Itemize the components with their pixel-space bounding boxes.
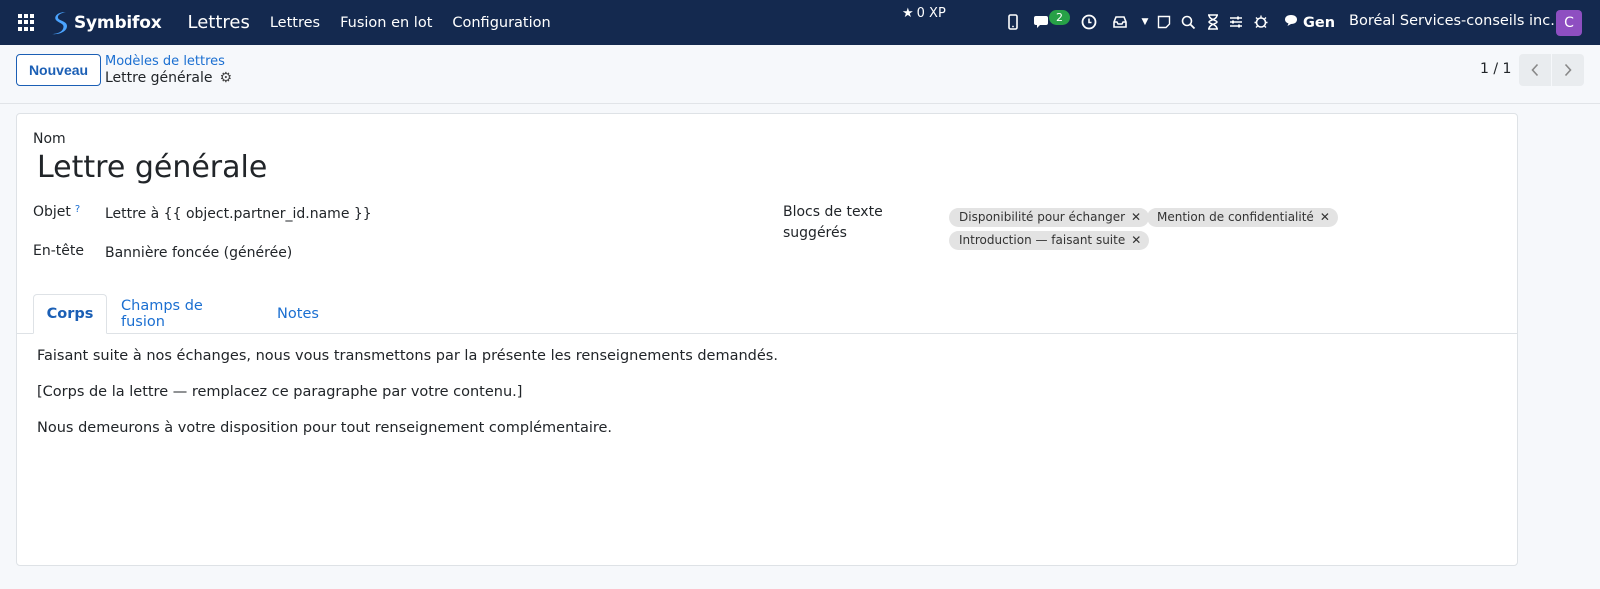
control-panel: Nouveau Modèles de lettres Lettre généra… [0, 45, 1600, 104]
gear-icon[interactable]: ⚙ [219, 70, 232, 86]
remove-tag-icon[interactable]: ✕ [1131, 210, 1141, 224]
brand-name: Symbifox [74, 12, 162, 33]
text-blocks-label-line1: Blocs de texte [783, 204, 883, 220]
body-paragraph[interactable]: Faisant suite à nos échanges, nous vous … [37, 348, 778, 364]
tag-confidentialite[interactable]: Mention de confidentialité ✕ [1147, 208, 1338, 227]
xp-value: 0 XP [916, 6, 946, 21]
tag-introduction[interactable]: Introduction — faisant suite ✕ [949, 231, 1150, 250]
tag-label: Mention de confidentialité [1157, 210, 1314, 224]
subject-label-text: Objet [33, 204, 71, 220]
inbox-tray-icon[interactable] [1111, 13, 1129, 31]
header-select[interactable]: Bannière foncée (générée) [105, 245, 292, 261]
chevron-right-icon [1564, 63, 1572, 77]
remove-tag-icon[interactable]: ✕ [1131, 233, 1141, 247]
brand-logo[interactable]: Symbifox [50, 10, 162, 36]
header-label: En-tête [33, 243, 84, 259]
apps-grid-icon[interactable] [18, 13, 36, 32]
app-title[interactable]: Lettres [187, 12, 249, 33]
tag-disponibilite[interactable]: Disponibilité pour échanger ✕ [949, 208, 1150, 227]
chat-count-badge: 2 [1049, 10, 1070, 25]
name-label: Nom [33, 131, 66, 147]
bug-icon[interactable] [1252, 13, 1270, 31]
new-button[interactable]: Nouveau [16, 54, 101, 86]
menu-item-fusion-en-lot[interactable]: Fusion en lot [340, 15, 432, 31]
caret-down-icon[interactable]: ▼ [1136, 13, 1154, 31]
menu-item-lettres[interactable]: Lettres [270, 15, 320, 31]
hourglass-icon[interactable] [1204, 13, 1222, 31]
brand-mark-icon [52, 11, 67, 34]
gen-label: Gen [1303, 14, 1336, 31]
remove-tag-icon[interactable]: ✕ [1320, 210, 1330, 224]
search-icon[interactable] [1179, 13, 1197, 31]
clock-icon[interactable] [1080, 13, 1098, 31]
tab-champs-de-fusion[interactable]: Champs de fusion [121, 294, 247, 334]
tag-label: Introduction — faisant suite [959, 233, 1126, 247]
gen-assistant-button[interactable]: Gen [1284, 14, 1335, 31]
pager-value[interactable]: 1 / 1 [1480, 61, 1511, 77]
tag-label: Disponibilité pour échanger [959, 210, 1126, 224]
xp-counter[interactable]: ★ 0 XP [902, 6, 946, 21]
chevron-left-icon [1531, 63, 1539, 77]
sticky-note-icon[interactable] [1155, 13, 1173, 31]
mobile-phone-icon[interactable] [1004, 13, 1022, 31]
user-avatar[interactable]: C [1556, 10, 1582, 36]
subject-input[interactable]: Lettre à {{ object.partner_id.name }} [105, 206, 372, 222]
main-menu: Lettres Fusion en lot Configuration [270, 15, 571, 31]
breadcrumb-parent-link[interactable]: Modèles de lettres [105, 54, 225, 69]
subject-help-tooltip[interactable]: ? [75, 204, 80, 215]
star-icon: ★ [902, 6, 914, 21]
speech-bubble-icon [1284, 14, 1298, 31]
text-blocks-label-line2: suggérés [783, 225, 847, 241]
body-paragraph[interactable]: Nous demeurons à votre disposition pour … [37, 420, 612, 436]
tab-corps[interactable]: Corps [33, 294, 107, 334]
pager-previous-button[interactable] [1519, 54, 1551, 86]
form-sheet: Nom Lettre générale Objet? Lettre à {{ o… [16, 113, 1518, 566]
pager-next-button[interactable] [1552, 54, 1584, 86]
breadcrumb-current: Lettre générale ⚙ [105, 70, 232, 86]
body-paragraph[interactable]: [Corps de la lettre — remplacez ce parag… [37, 384, 522, 400]
subject-label: Objet? [33, 204, 80, 220]
tab-notes[interactable]: Notes [273, 294, 323, 334]
breadcrumb-current-label: Lettre générale [105, 70, 213, 86]
name-input[interactable]: Lettre générale [37, 150, 267, 185]
company-switcher[interactable]: Boréal Services-conseils inc. [1349, 13, 1555, 29]
menu-item-configuration[interactable]: Configuration [452, 15, 550, 31]
sliders-icon[interactable] [1227, 13, 1245, 31]
